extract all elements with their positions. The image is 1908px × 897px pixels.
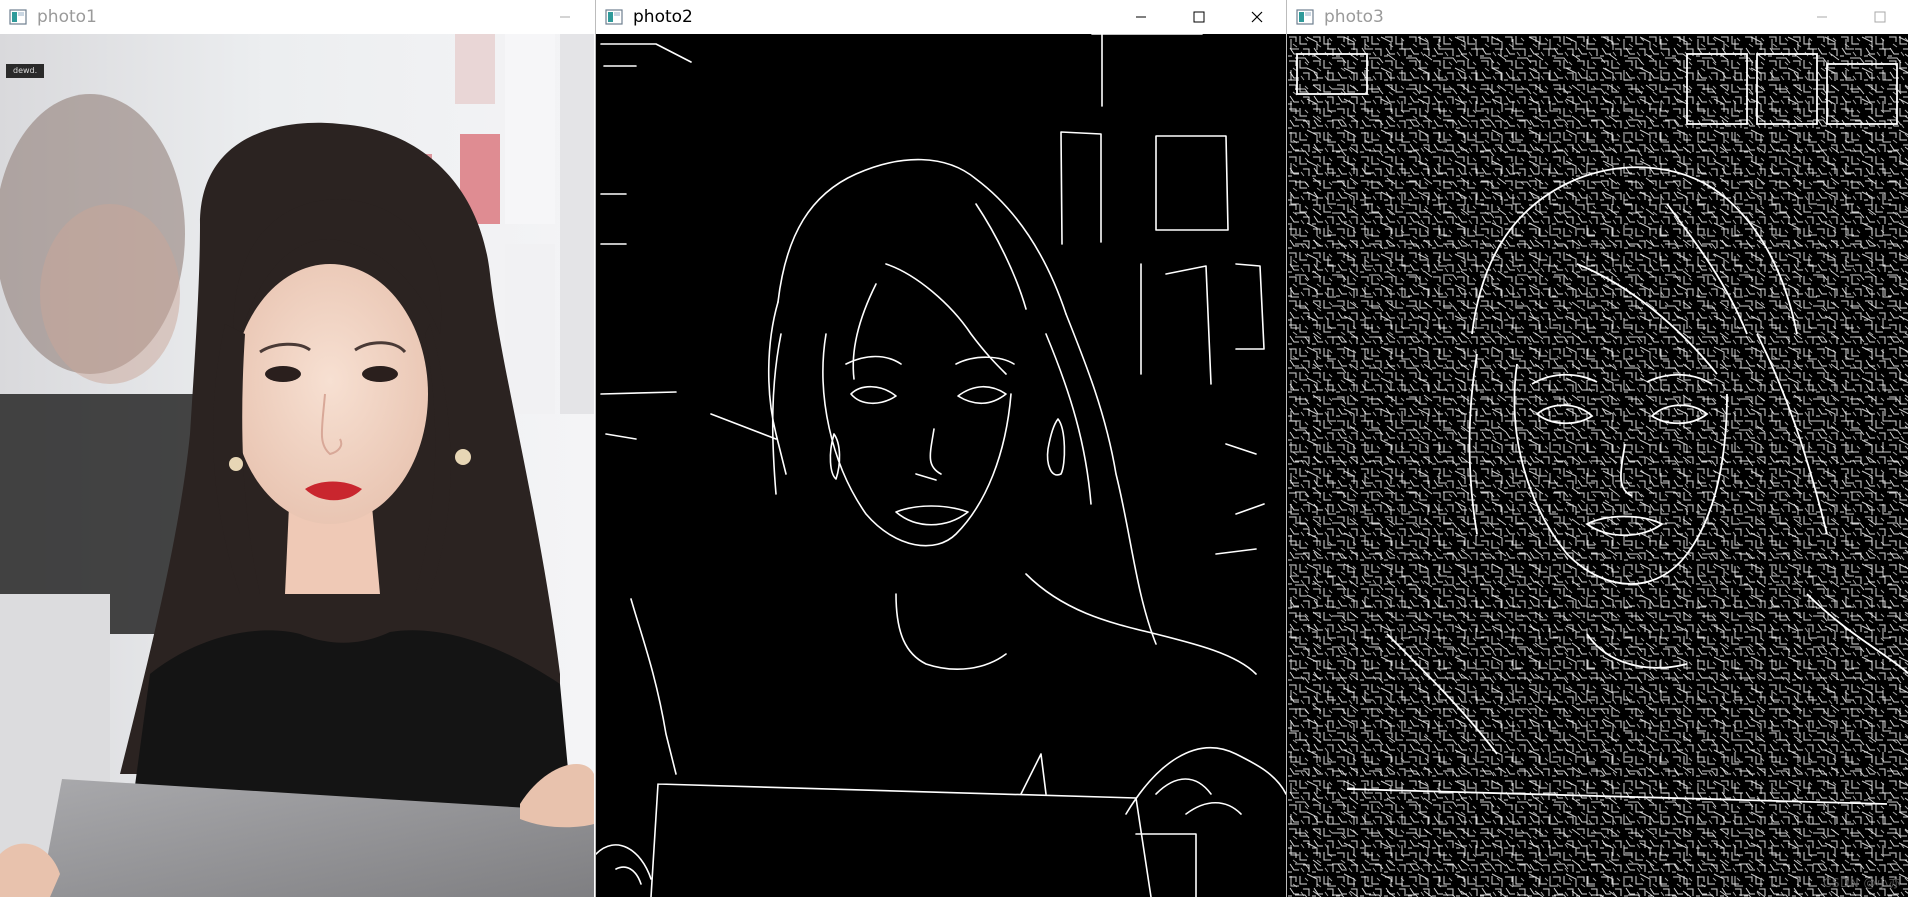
photo3-edge-image: CSDN @小亦 [1287, 34, 1908, 897]
photo3-window[interactable]: photo3 CSDN @小亦 [1286, 0, 1908, 897]
minimize-icon [560, 16, 570, 18]
csdn-watermark: CSDN @小亦 [1822, 876, 1901, 890]
photo1-image: dewd. [0, 34, 594, 897]
badge-label: dewd. [6, 64, 45, 78]
photo1-window[interactable]: photo1 dewd. [0, 0, 594, 897]
window-title: photo3 [1324, 7, 1384, 27]
maximize-button[interactable] [1170, 0, 1228, 34]
window-app-icon [9, 9, 27, 25]
photo1-title-bar[interactable]: photo1 [0, 0, 594, 34]
maximize-icon [1874, 11, 1886, 23]
window-app-icon [605, 9, 623, 25]
photo3-title-bar[interactable]: photo3 [1287, 0, 1908, 34]
photo2-window[interactable]: photo2 [595, 0, 1286, 897]
minimize-icon [1136, 16, 1146, 18]
window-app-icon [1296, 9, 1314, 25]
close-icon [1251, 11, 1263, 23]
photo2-edge-image [596, 34, 1286, 897]
window-title: photo2 [633, 7, 693, 27]
minimize-button[interactable] [1112, 0, 1170, 34]
maximize-button[interactable] [1851, 0, 1908, 34]
close-button[interactable] [1228, 0, 1286, 34]
minimize-button[interactable] [536, 0, 594, 34]
window-title: photo1 [37, 7, 97, 27]
minimize-button[interactable] [1793, 0, 1851, 34]
minimize-icon [1817, 16, 1827, 18]
maximize-icon [1193, 11, 1205, 23]
photo2-title-bar[interactable]: photo2 [596, 0, 1286, 34]
